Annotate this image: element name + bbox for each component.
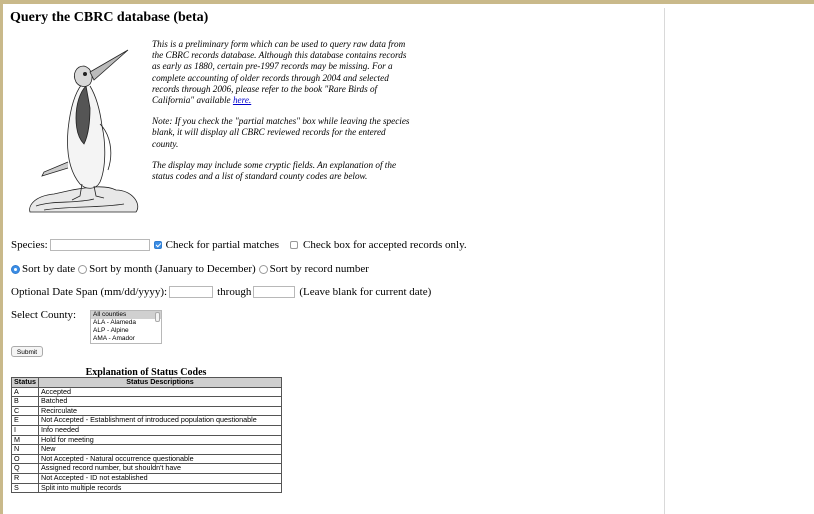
sort-row: Sort by date Sort by month (January to D… bbox=[11, 263, 369, 275]
county-option[interactable]: ALA - Alameda bbox=[91, 319, 161, 327]
through-label: through bbox=[217, 286, 252, 298]
column-header: Status bbox=[11, 377, 39, 388]
intro-paragraph-2: Note: If you check the "partial matches"… bbox=[152, 116, 410, 149]
date-span-label: Optional Date Span (mm/dd/yyyy): bbox=[11, 286, 168, 298]
intro-paragraph-3: The display may include some cryptic fie… bbox=[152, 159, 397, 182]
sort-by-month-label: Sort by month (January to December) bbox=[89, 263, 256, 275]
column-header: Status Descriptions bbox=[38, 377, 282, 388]
county-scrollbar[interactable] bbox=[155, 312, 160, 322]
status-table-body: A Accepted B Batched C Recirculate E Not Accept… bbox=[11, 386, 282, 494]
status-code-cell: N bbox=[11, 444, 39, 455]
status-code-cell: B bbox=[11, 396, 39, 407]
frame-top-border bbox=[0, 0, 814, 4]
date-from-input[interactable] bbox=[169, 286, 214, 298]
status-description-cell: Batched bbox=[38, 396, 282, 407]
accepted-only-checkbox[interactable] bbox=[290, 241, 298, 249]
intro-paragraph-1: This is a preliminary form which can be … bbox=[152, 39, 414, 106]
table-row: Q Assigned record number, but shouldn't h… bbox=[11, 463, 282, 474]
table-row: I Info needed bbox=[11, 424, 282, 436]
county-label: Select County: bbox=[11, 309, 77, 321]
county-option[interactable]: All counties bbox=[91, 311, 161, 319]
status-code-cell: S bbox=[11, 482, 39, 494]
accepted-only-label: Check box for accepted records only. bbox=[303, 239, 467, 251]
species-row: Species: Check for partial matches Check… bbox=[11, 239, 467, 251]
page-title: Query the CBRC database (beta) bbox=[10, 10, 209, 25]
status-description-cell: Info needed bbox=[38, 424, 282, 436]
sort-by-record-radio[interactable] bbox=[258, 264, 268, 274]
date-to-input[interactable] bbox=[253, 286, 296, 298]
frame-divider bbox=[664, 8, 665, 514]
table-header-row: Status Status Descriptions bbox=[11, 377, 282, 388]
partial-matches-checkbox[interactable] bbox=[153, 241, 162, 249]
sort-by-date-label: Sort by date bbox=[22, 263, 76, 275]
partial-matches-label: Check for partial matches bbox=[165, 239, 279, 251]
sort-by-record-label: Sort by record number bbox=[269, 263, 369, 275]
bird-illustration bbox=[29, 49, 139, 213]
species-label: Species: bbox=[11, 239, 48, 251]
table-row: S Split into multiple records bbox=[11, 482, 282, 494]
species-input[interactable] bbox=[49, 239, 150, 251]
date-note: (Leave blank for current date) bbox=[299, 286, 432, 298]
table-row: R Not Accepted - ID not established bbox=[11, 472, 282, 484]
sort-by-month-radio[interactable] bbox=[78, 264, 88, 274]
status-description-cell: Hold for meeting bbox=[38, 434, 282, 446]
intro-text: This is a preliminary form which can be … bbox=[152, 39, 414, 192]
county-select[interactable]: All counties ALA - Alameda ALP - Alpine … bbox=[90, 310, 162, 344]
status-description-cell: Accepted bbox=[38, 386, 282, 398]
table-row: N New bbox=[11, 444, 282, 455]
frame-left-border bbox=[0, 0, 3, 514]
status-code-cell: Q bbox=[11, 463, 39, 474]
county-option[interactable]: ALP - Alpine bbox=[91, 327, 161, 335]
sort-by-date-radio[interactable] bbox=[11, 264, 20, 274]
status-table: Status Status Descriptions A Accepted B Bat… bbox=[11, 377, 282, 494]
county-option[interactable]: AMA - Amador bbox=[91, 335, 161, 343]
intro-paragraph-1-text: This is a preliminary form which can be … bbox=[152, 39, 407, 106]
status-description-cell: Assigned record number, but shouldn't ha… bbox=[38, 463, 282, 474]
status-description-cell: Split into multiple records bbox=[38, 482, 282, 494]
status-code-cell: R bbox=[11, 472, 39, 484]
book-link[interactable]: here. bbox=[233, 95, 251, 105]
date-span-row: Optional Date Span (mm/dd/yyyy): through… bbox=[11, 286, 431, 298]
table-row: B Batched bbox=[11, 396, 282, 407]
status-description-cell: Not Accepted - ID not established bbox=[38, 472, 282, 484]
submit-button[interactable]: Submit bbox=[11, 346, 43, 357]
status-code-cell: I bbox=[11, 424, 39, 436]
status-description-cell: New bbox=[38, 444, 282, 455]
